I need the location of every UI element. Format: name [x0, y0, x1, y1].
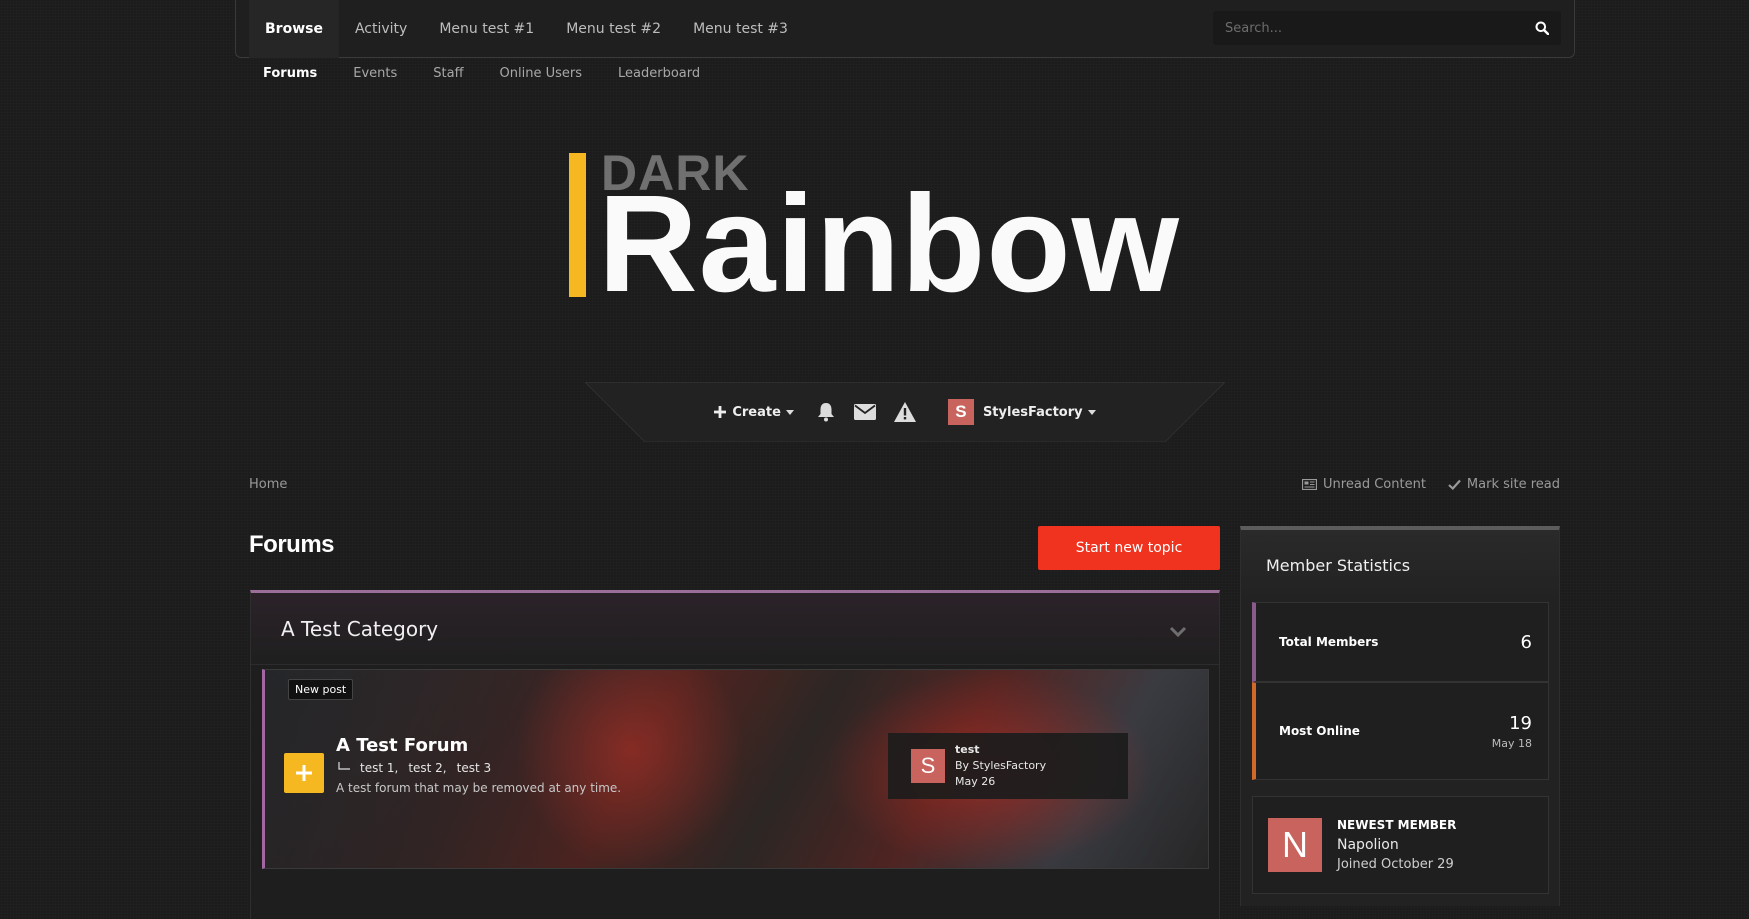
- user-bar: Create S StylesFactory: [585, 382, 1225, 442]
- warning-icon: [893, 402, 916, 422]
- chevron-down-icon: [1087, 409, 1096, 415]
- nav-menu-test-2[interactable]: Menu test #2: [550, 0, 677, 58]
- avatar[interactable]: S: [911, 749, 945, 783]
- breadcrumb-home[interactable]: Home: [249, 477, 287, 492]
- nav-activity[interactable]: Activity: [339, 0, 423, 58]
- category-collapse-toggle[interactable]: [1169, 623, 1187, 642]
- chevron-down-icon: [785, 409, 794, 415]
- sub-nav: Forums Events Staff Online Users Leaderb…: [263, 66, 736, 81]
- newest-member-label: NEWEST MEMBER: [1337, 818, 1457, 832]
- newspaper-icon: [1302, 479, 1318, 490]
- new-post-badge: New post: [288, 679, 354, 700]
- most-online-row: Most Online 19 May 18: [1252, 682, 1549, 780]
- nav-browse[interactable]: Browse: [249, 0, 339, 58]
- page-title: Forums: [249, 531, 335, 558]
- subforum-link[interactable]: test 3: [457, 761, 492, 775]
- category-header: A Test Category: [251, 593, 1219, 665]
- widget-title: Member Statistics: [1241, 530, 1559, 600]
- search-icon: [1535, 21, 1549, 35]
- forum-background-art: [515, 670, 745, 868]
- page-actions: Unread Content Mark site read: [1302, 477, 1560, 492]
- logo-accent-bar: [569, 153, 586, 297]
- subforum-list: test 1, test 2, test 3: [338, 761, 491, 775]
- newest-member-joined: Joined October 29: [1337, 857, 1454, 872]
- subforum-link[interactable]: test 2,: [408, 761, 446, 775]
- reports-button[interactable]: [893, 402, 916, 422]
- subnav-online-users[interactable]: Online Users: [500, 66, 582, 81]
- last-post-box: S test By StylesFactory May 26: [888, 733, 1128, 799]
- unread-content-label: Unread Content: [1323, 477, 1426, 492]
- avatar: S: [947, 399, 974, 425]
- subforum-link[interactable]: test 1,: [360, 761, 398, 775]
- category-title[interactable]: A Test Category: [281, 617, 438, 641]
- forum-row: New post A Test Forum test 1, test 2, te…: [262, 669, 1209, 869]
- last-post-title[interactable]: test: [955, 742, 1046, 758]
- search-input[interactable]: [1213, 20, 1523, 36]
- bell-icon: [817, 403, 834, 422]
- subnav-events[interactable]: Events: [353, 66, 397, 81]
- stat-label: Most Online: [1279, 724, 1360, 738]
- plus-icon: [714, 406, 727, 418]
- check-icon: [1448, 479, 1461, 490]
- stat-label: Total Members: [1279, 635, 1379, 649]
- newest-member-name[interactable]: Napolion: [1337, 835, 1456, 855]
- nav-menu-test-1[interactable]: Menu test #1: [423, 0, 550, 58]
- unread-content-link[interactable]: Unread Content: [1302, 477, 1426, 492]
- stat-value-group: 19 May 18: [1492, 713, 1532, 750]
- subnav-forums[interactable]: Forums: [263, 66, 317, 81]
- forum-category: A Test Category New post A Test Forum te…: [250, 590, 1220, 919]
- username: StylesFactory: [982, 404, 1083, 420]
- nav-menu-test-3[interactable]: Menu test #3: [677, 0, 804, 58]
- total-members-row: Total Members 6: [1252, 602, 1549, 682]
- stat-value: 6: [1520, 631, 1532, 653]
- subnav-staff[interactable]: Staff: [433, 66, 463, 81]
- forum-title[interactable]: A Test Forum: [336, 735, 468, 756]
- mark-site-read-label: Mark site read: [1466, 477, 1560, 492]
- plus-icon: [296, 765, 312, 781]
- subnav-leaderboard[interactable]: Leaderboard: [618, 66, 700, 81]
- top-nav: Browse Activity Menu test #1 Menu test #…: [235, 0, 1575, 58]
- envelope-icon: [853, 404, 876, 420]
- mark-site-read-link[interactable]: Mark site read: [1448, 477, 1560, 492]
- member-statistics-widget: Member Statistics Total Members 6 Most O…: [1240, 526, 1560, 906]
- subforum-branch-icon: [338, 762, 350, 770]
- stat-date: May 18: [1491, 736, 1532, 750]
- create-menu[interactable]: Create: [714, 405, 794, 420]
- avatar[interactable]: N: [1268, 818, 1322, 872]
- user-menu[interactable]: S StylesFactory: [947, 399, 1096, 425]
- chevron-down-icon: [1169, 626, 1187, 638]
- start-new-topic-button[interactable]: Start new topic: [1038, 526, 1220, 570]
- messages-button[interactable]: [853, 402, 876, 422]
- forum-status-button[interactable]: [284, 753, 324, 793]
- last-post-author[interactable]: By StylesFactory: [955, 758, 1046, 774]
- search-box: [1213, 11, 1561, 45]
- notifications-button[interactable]: [816, 402, 836, 422]
- stat-value: 19: [1509, 712, 1532, 734]
- site-logo[interactable]: DARK Rainbow: [568, 148, 1248, 314]
- logo-main-text: Rainbow: [598, 167, 1180, 321]
- forum-description: A test forum that may be removed at any …: [336, 781, 622, 795]
- create-label: Create: [732, 404, 781, 420]
- newest-member: N NEWEST MEMBER Napolion Joined October …: [1252, 796, 1549, 894]
- search-button[interactable]: [1523, 11, 1561, 45]
- last-post-date: May 26: [955, 775, 996, 788]
